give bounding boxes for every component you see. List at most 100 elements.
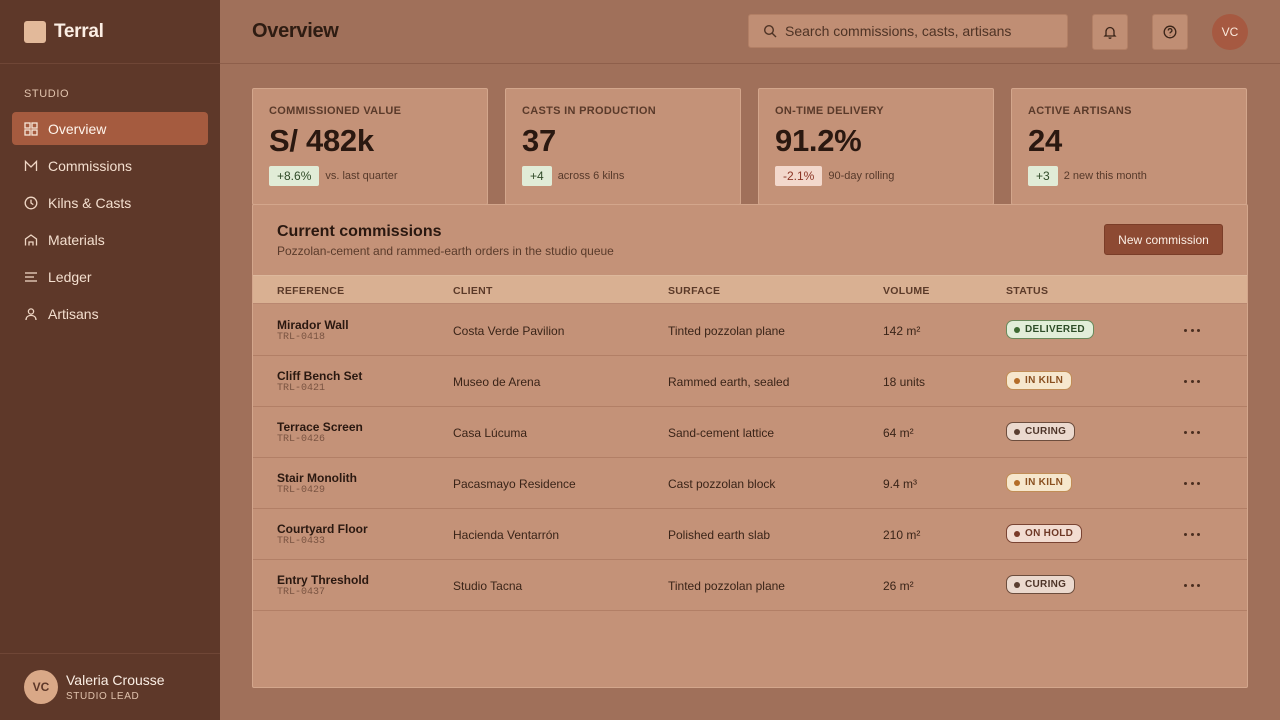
commission-code: TRL-0426	[277, 434, 326, 445]
status-dot-icon	[1014, 530, 1020, 537]
stat-label: ACTIVE ARTISANS	[1028, 105, 1132, 117]
more-actions-button[interactable]	[1184, 578, 1200, 592]
status-label: DELIVERED	[1025, 324, 1085, 335]
more-actions-button[interactable]	[1184, 527, 1200, 541]
surface-cell: Tinted pozzolan plane	[668, 324, 785, 338]
table-row[interactable]: Mirador Wall TRL-0418 Costa Verde Pavilion…	[253, 305, 1247, 356]
dot-icon	[1184, 583, 1187, 587]
stat-card-commissioned-value: COMMISSIONED VALUE S/ 482k +8.6% vs. las…	[252, 88, 488, 205]
status-badge: CURING	[1006, 422, 1076, 441]
stat-card-on-time-delivery: ON-TIME DELIVERY 91.2% -2.1% 90-day roll…	[758, 88, 994, 205]
volume-cell: 9.4 m³	[883, 477, 918, 491]
table-row[interactable]: Terrace Screen TRL-0426 Casa Lúcuma Sand-ce…	[253, 407, 1247, 458]
dot-icon	[1197, 481, 1200, 485]
sidebar-item-artisans[interactable]: Artisans	[12, 297, 208, 330]
stat-label: ON-TIME DELIVERY	[775, 105, 884, 117]
commission-code: TRL-0437	[277, 587, 326, 598]
user-role: STUDIO LEAD	[66, 691, 140, 702]
status-label: IN KILN	[1025, 375, 1064, 386]
notifications-button[interactable]	[1092, 14, 1128, 50]
table-row[interactable]: Entry Threshold TRL-0437 Studio Tacna Tinte…	[253, 560, 1247, 611]
table-row[interactable]: Stair Monolith TRL-0429 Pacasmayo Residenc…	[253, 458, 1247, 509]
current-user[interactable]: VC Valeria Crousse STUDIO LEAD	[0, 653, 220, 720]
column-header-reference[interactable]: REFERENCE	[277, 285, 344, 297]
client-cell: Costa Verde Pavilion	[453, 324, 565, 338]
status-badge: IN KILN	[1006, 473, 1073, 492]
commission-code: TRL-0429	[277, 485, 326, 496]
status-label: CURING	[1025, 579, 1067, 590]
stat-value: 37	[522, 123, 556, 158]
sidebar-item-label: Ledger	[48, 268, 92, 285]
new-commission-button[interactable]: New commission	[1104, 224, 1223, 255]
dot-icon	[1190, 430, 1194, 434]
stat-note: vs. last quarter	[325, 170, 398, 182]
table-row[interactable]: Cliff Bench Set TRL-0421 Museo de Arena Ram…	[253, 356, 1247, 407]
user-avatar-button[interactable]: VC	[1212, 14, 1248, 50]
dot-icon	[1197, 328, 1200, 332]
page-title: Overview	[252, 20, 339, 42]
help-icon	[1163, 25, 1177, 39]
more-actions-button[interactable]	[1184, 374, 1200, 388]
stat-note: 90-day rolling	[828, 170, 895, 182]
status-badge: DELIVERED	[1006, 320, 1094, 339]
column-header-volume[interactable]: VOLUME	[883, 285, 930, 297]
help-button[interactable]	[1152, 14, 1188, 50]
commission-name[interactable]: Terrace Screen	[277, 420, 363, 434]
arch-icon	[24, 233, 38, 247]
client-cell: Pacasmayo Residence	[453, 477, 576, 491]
table-row[interactable]: Courtyard Floor TRL-0433 Hacienda Ventarró…	[253, 509, 1247, 560]
dot-icon	[1190, 481, 1194, 485]
stat-note: across 6 kilns	[557, 170, 625, 182]
clock-icon	[24, 196, 38, 210]
user-name: Valeria Crousse	[66, 672, 165, 688]
column-header-surface[interactable]: SURFACE	[668, 285, 720, 297]
stat-value: S/ 482k	[269, 123, 374, 158]
status-label: ON HOLD	[1025, 528, 1074, 539]
sidebar-item-ledger[interactable]: Ledger	[12, 260, 208, 293]
sidebar-item-overview[interactable]: Overview	[12, 112, 208, 145]
commission-name[interactable]: Mirador Wall	[277, 318, 349, 332]
volume-cell: 26 m²	[883, 579, 914, 593]
commission-name[interactable]: Stair Monolith	[277, 471, 357, 485]
panel-title: Current commissions	[277, 223, 442, 240]
commission-name[interactable]: Entry Threshold	[277, 573, 369, 587]
stat-card-active-artisans: ACTIVE ARTISANS 24 +3 2 new this month	[1011, 88, 1247, 205]
dot-icon	[1184, 481, 1187, 485]
sidebar-item-kilns-casts[interactable]: Kilns & Casts	[12, 186, 208, 219]
envelope-icon	[24, 159, 38, 173]
volume-cell: 18 units	[883, 375, 926, 389]
dot-icon	[1190, 583, 1194, 587]
stat-delta: +4	[522, 166, 552, 186]
status-label: IN KILN	[1025, 477, 1064, 488]
column-header-status[interactable]: STATUS	[1006, 285, 1048, 297]
sidebar-item-commissions[interactable]: Commissions	[12, 149, 208, 182]
status-dot-icon	[1014, 377, 1020, 384]
search-box[interactable]	[748, 14, 1068, 48]
dot-icon	[1197, 583, 1200, 587]
search-input[interactable]	[785, 23, 1055, 39]
more-actions-button[interactable]	[1184, 323, 1200, 337]
more-actions-button[interactable]	[1184, 476, 1200, 490]
stat-delta: +8.6%	[269, 166, 320, 186]
stat-note: 2 new this month	[1063, 170, 1147, 182]
client-cell: Casa Lúcuma	[453, 426, 528, 440]
client-cell: Studio Tacna	[453, 579, 523, 593]
dot-icon	[1190, 379, 1194, 383]
stat-delta: +3	[1028, 166, 1058, 186]
commission-name[interactable]: Courtyard Floor	[277, 522, 368, 536]
more-actions-button[interactable]	[1184, 425, 1200, 439]
sidebar-nav: Overview Commissions Kilns & Casts Mater…	[0, 112, 220, 330]
commission-name[interactable]: Cliff Bench Set	[277, 369, 362, 383]
status-dot-icon	[1014, 428, 1020, 435]
brand-name: Terral	[54, 20, 104, 42]
column-header-client[interactable]: CLIENT	[453, 285, 493, 297]
surface-cell: Sand-cement lattice	[668, 426, 775, 440]
brand[interactable]: Terral	[0, 0, 220, 64]
top-bar: Overview VC	[220, 0, 1280, 64]
stat-delta: -2.1%	[775, 166, 823, 186]
sidebar-item-materials[interactable]: Materials	[12, 223, 208, 256]
volume-cell: 210 m²	[883, 528, 921, 542]
volume-cell: 142 m²	[883, 324, 921, 338]
surface-cell: Polished earth slab	[668, 528, 771, 542]
commissions-panel: Current commissions Pozzolan-cement and …	[252, 204, 1248, 688]
